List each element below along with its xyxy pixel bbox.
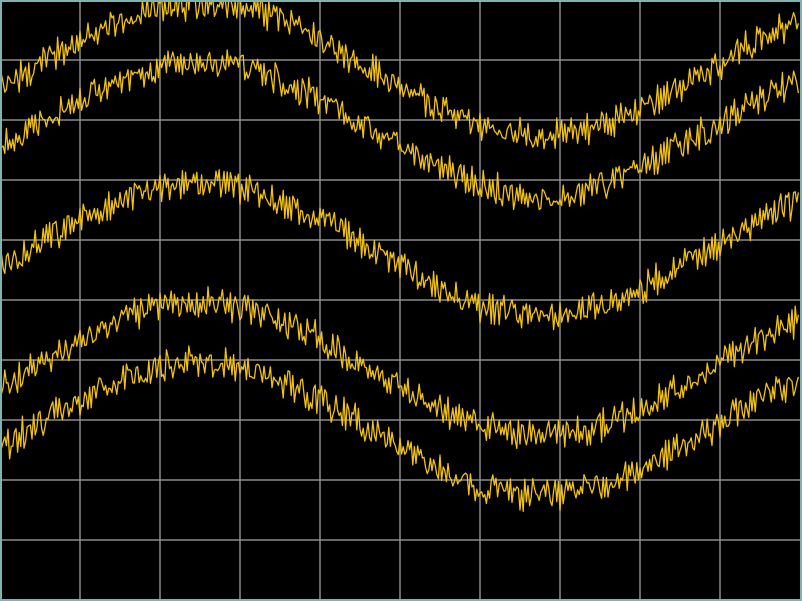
waveform-trace-3 — [0, 169, 800, 331]
oscilloscope-screen — [0, 0, 802, 601]
trace-layer — [0, 0, 800, 512]
waveform-plot — [0, 0, 802, 601]
waveform-trace-2 — [0, 49, 800, 211]
waveform-trace-4 — [0, 286, 800, 450]
waveform-trace-5 — [0, 345, 800, 512]
